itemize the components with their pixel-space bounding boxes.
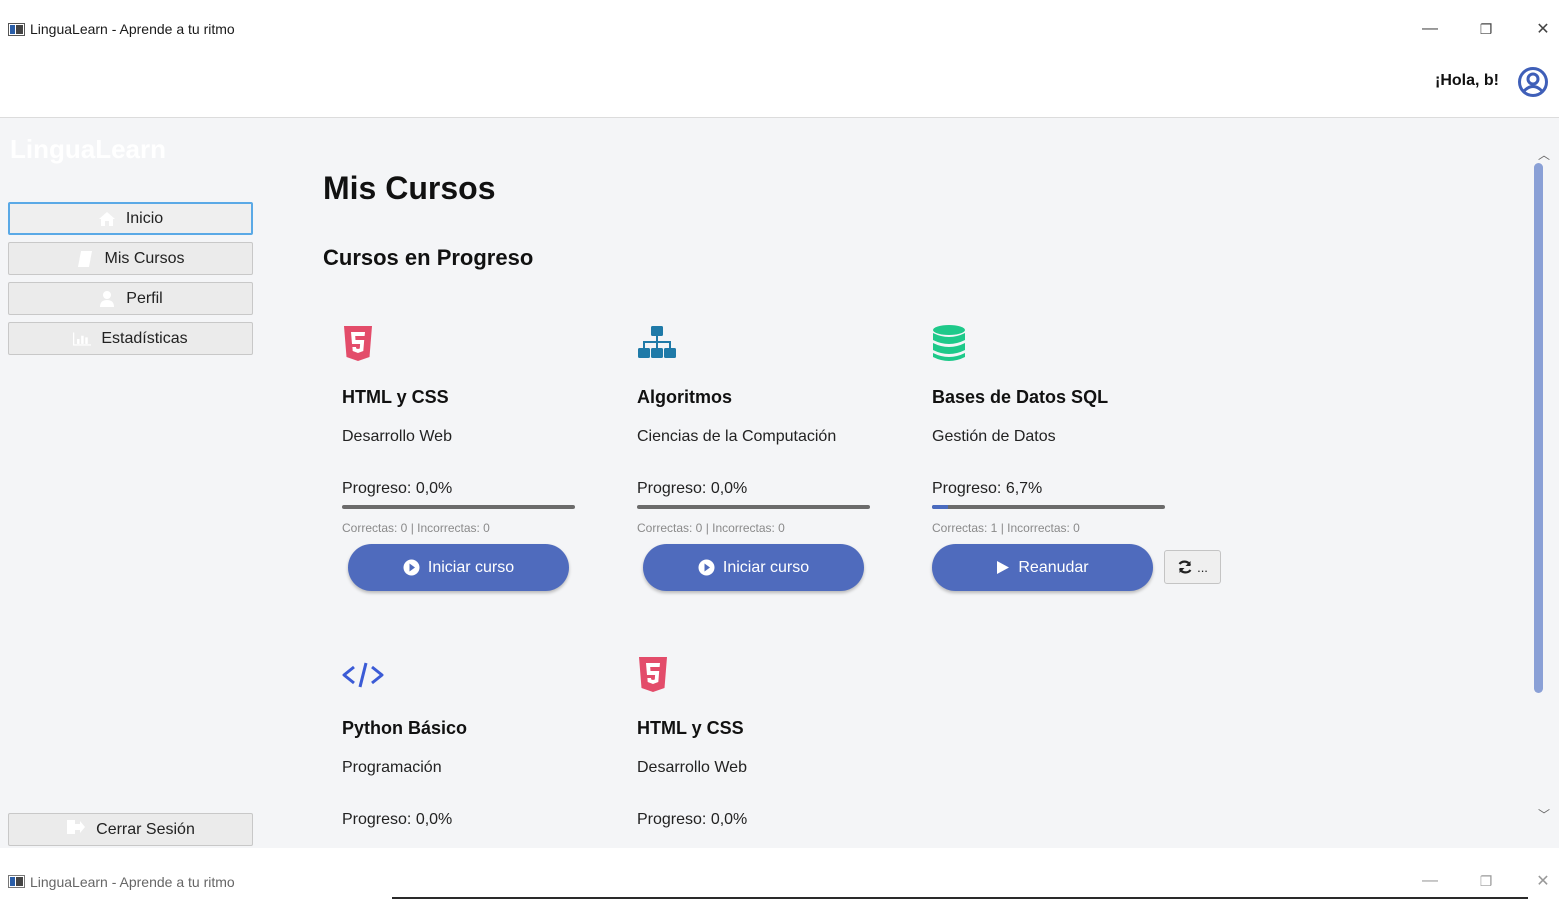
course-stats: Correctas: 1 | Incorrectas: 0 bbox=[932, 521, 1080, 535]
progress-bar bbox=[932, 505, 1165, 509]
app-icon bbox=[8, 23, 25, 36]
course-name: Algoritmos bbox=[637, 387, 733, 407]
course-stats: Correctas: 0 | Incorrectas: 0 bbox=[637, 521, 785, 535]
play-icon bbox=[997, 561, 1010, 574]
close-button[interactable]: ✕ bbox=[1528, 14, 1558, 44]
logout-label: Cerrar Sesión bbox=[96, 820, 195, 838]
course-card: Algoritmos Ciencias de la Computación Pr… bbox=[637, 324, 917, 604]
play-circle-icon bbox=[698, 559, 715, 576]
course-card: HTML y CSS Desarrollo Web Progreso: 0,0% bbox=[637, 655, 917, 848]
play-circle-icon bbox=[403, 559, 420, 576]
button-label: Reanudar bbox=[1018, 558, 1089, 576]
bar-chart-icon bbox=[73, 330, 92, 348]
code-icon bbox=[342, 662, 384, 688]
course-name: HTML y CSS bbox=[637, 718, 744, 738]
logout-button[interactable]: Cerrar Sesión bbox=[8, 813, 253, 846]
home-icon bbox=[98, 210, 116, 228]
reset-label: ... bbox=[1197, 559, 1208, 575]
html5-icon bbox=[344, 326, 372, 361]
progress-text: Progreso: 0,0% bbox=[637, 811, 748, 828]
course-card: HTML y CSS Desarrollo Web Progreso: 0,0%… bbox=[342, 324, 622, 604]
course-card: Python Básico Programación Progreso: 0,0… bbox=[342, 655, 622, 848]
button-label: Iniciar curso bbox=[427, 558, 515, 576]
course-name: HTML y CSS bbox=[342, 387, 449, 407]
brand-logo: LinguaLearn bbox=[10, 134, 167, 164]
sign-out-icon bbox=[66, 819, 86, 840]
scroll-up-icon[interactable]: ︿ bbox=[1538, 146, 1550, 163]
book-icon bbox=[76, 250, 94, 268]
vertical-scrollbar[interactable]: ︿ ﹀ bbox=[1530, 118, 1559, 848]
course-card: Bases de Datos SQL Gestión de Datos Prog… bbox=[932, 324, 1232, 604]
greeting-text: ¡Hola, b! bbox=[1435, 72, 1499, 89]
refresh-icon bbox=[1178, 560, 1192, 574]
title-bar: LinguaLearn - Aprende a tu ritmo — ❐ ✕ bbox=[0, 0, 1559, 58]
database-icon bbox=[933, 325, 965, 361]
progress-text: Progreso: 0,0% bbox=[637, 480, 748, 497]
course-category: Ciencias de la Computación bbox=[637, 428, 837, 445]
sidebar-item-mis-cursos[interactable]: Mis Cursos bbox=[8, 242, 253, 275]
scrollbar-thumb[interactable] bbox=[1534, 163, 1543, 693]
sitemap-icon bbox=[638, 326, 676, 358]
course-category: Programación bbox=[342, 759, 442, 776]
scroll-down-icon[interactable]: ﹀ bbox=[1538, 806, 1550, 823]
html5-icon bbox=[639, 657, 667, 692]
sidebar-item-inicio[interactable]: Inicio bbox=[8, 202, 253, 235]
progress-text: Progreso: 0,0% bbox=[342, 811, 453, 828]
start-course-button[interactable]: Iniciar curso bbox=[348, 544, 569, 591]
course-category: Desarrollo Web bbox=[637, 759, 747, 776]
minimize-button[interactable]: — bbox=[1415, 14, 1445, 44]
window-title: LinguaLearn - Aprende a tu ritmo bbox=[30, 21, 235, 37]
minimize-button[interactable]: — bbox=[1415, 866, 1445, 896]
progress-bar bbox=[342, 505, 575, 509]
course-category: Gestión de Datos bbox=[932, 428, 1056, 445]
resume-button[interactable]: Reanudar bbox=[932, 544, 1153, 591]
sidebar-item-label: Inicio bbox=[125, 209, 164, 227]
sidebar-item-estadisticas[interactable]: Estadísticas bbox=[8, 322, 253, 355]
progress-text: Progreso: 6,7% bbox=[932, 480, 1043, 497]
app-header: ¡Hola, b! bbox=[0, 58, 1559, 118]
page-title: Mis Cursos bbox=[323, 170, 496, 206]
button-label: Iniciar curso bbox=[722, 558, 810, 576]
progress-text: Progreso: 0,0% bbox=[342, 480, 453, 497]
app-icon bbox=[8, 875, 25, 888]
sidebar: LinguaLearn Inicio Mis Cursos Perfil Est… bbox=[0, 118, 278, 848]
course-name: Bases de Datos SQL bbox=[932, 387, 1109, 407]
background-window-titlebar: LinguaLearn - Aprende a tu ritmo — ❐ ✕ bbox=[0, 866, 1559, 899]
close-button[interactable]: ✕ bbox=[1528, 866, 1558, 896]
user-circle-icon[interactable] bbox=[1517, 66, 1549, 98]
course-stats: Correctas: 0 | Incorrectas: 0 bbox=[342, 521, 490, 535]
section-title: Cursos en Progreso bbox=[323, 245, 534, 270]
maximize-button[interactable]: ❐ bbox=[1471, 14, 1501, 44]
course-name: Python Básico bbox=[342, 718, 468, 738]
user-icon bbox=[98, 290, 116, 308]
start-course-button[interactable]: Iniciar curso bbox=[643, 544, 864, 591]
progress-bar bbox=[637, 505, 870, 509]
course-category: Desarrollo Web bbox=[342, 428, 452, 445]
sidebar-item-label: Mis Cursos bbox=[104, 249, 185, 267]
maximize-button[interactable]: ❐ bbox=[1471, 866, 1501, 896]
sidebar-item-label: Perfil bbox=[126, 289, 163, 307]
window-title: LinguaLearn - Aprende a tu ritmo bbox=[30, 874, 235, 890]
main-content: Mis Cursos Cursos en Progreso HTML y CSS… bbox=[278, 118, 1530, 848]
reset-progress-button[interactable]: ... bbox=[1164, 550, 1221, 584]
sidebar-item-label: Estadísticas bbox=[101, 329, 188, 347]
sidebar-item-perfil[interactable]: Perfil bbox=[8, 282, 253, 315]
